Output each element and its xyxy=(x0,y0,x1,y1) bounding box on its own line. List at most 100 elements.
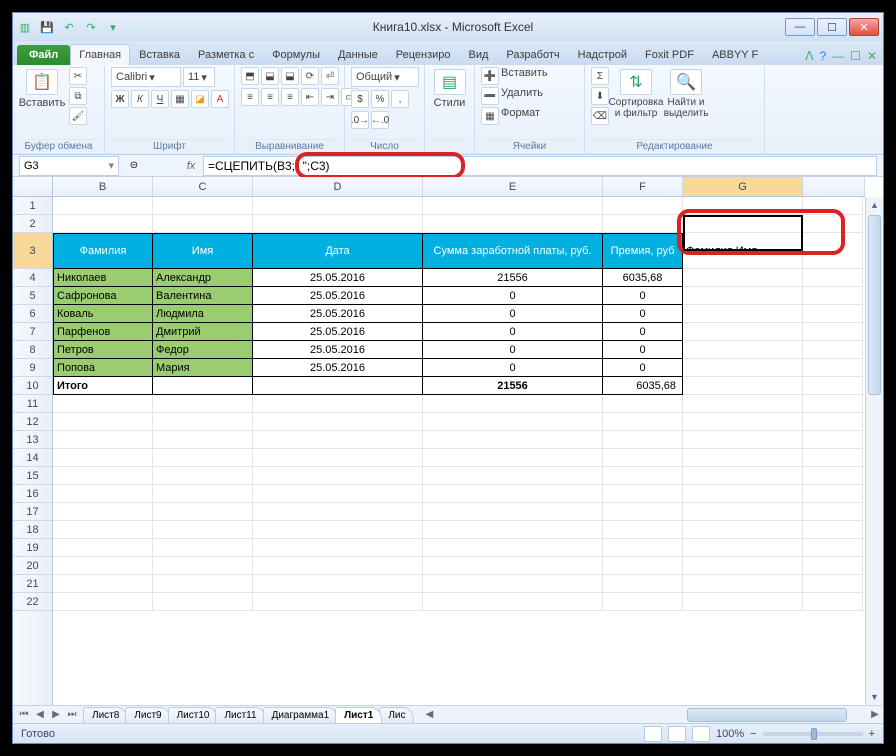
save-icon[interactable]: 💾 xyxy=(39,19,55,35)
cell[interactable]: 25.05.2016 xyxy=(253,305,423,323)
cell[interactable] xyxy=(603,593,683,611)
col-header-D[interactable]: D xyxy=(253,177,423,196)
cell[interactable] xyxy=(603,521,683,539)
tab-developer[interactable]: Разработч xyxy=(497,44,568,65)
cell[interactable]: 21556 xyxy=(423,377,603,395)
cell[interactable]: 0 xyxy=(603,287,683,305)
cell[interactable] xyxy=(803,485,863,503)
format-painter-icon[interactable]: 🖌 xyxy=(69,107,87,125)
comma-button[interactable]: , xyxy=(391,90,409,108)
tab-formulas[interactable]: Формулы xyxy=(263,44,329,65)
close-button[interactable]: ✕ xyxy=(849,18,879,36)
cell[interactable] xyxy=(153,503,253,521)
cell[interactable] xyxy=(603,575,683,593)
cell[interactable] xyxy=(683,539,803,557)
cell[interactable] xyxy=(683,323,803,341)
cell[interactable] xyxy=(803,269,863,287)
name-box[interactable]: G3 ▾ xyxy=(19,156,119,176)
cell[interactable] xyxy=(153,395,253,413)
view-layout-button[interactable] xyxy=(668,726,686,742)
cell[interactable] xyxy=(603,557,683,575)
cell[interactable] xyxy=(683,485,803,503)
zoom-in-button[interactable]: + xyxy=(869,728,875,740)
cell[interactable] xyxy=(153,431,253,449)
cell[interactable] xyxy=(603,395,683,413)
cell[interactable] xyxy=(53,449,153,467)
cell[interactable] xyxy=(683,341,803,359)
cell[interactable] xyxy=(803,431,863,449)
row-header[interactable]: 21 xyxy=(13,575,52,593)
cell[interactable]: Коваль xyxy=(53,305,153,323)
cell[interactable]: 25.05.2016 xyxy=(253,359,423,377)
cell[interactable]: 0 xyxy=(423,323,603,341)
cell[interactable] xyxy=(803,341,863,359)
cell[interactable] xyxy=(53,395,153,413)
cell[interactable]: 0 xyxy=(423,287,603,305)
cell[interactable] xyxy=(803,197,863,215)
cell[interactable]: 25.05.2016 xyxy=(253,287,423,305)
cell[interactable] xyxy=(603,485,683,503)
cell[interactable] xyxy=(53,557,153,575)
maximize-button[interactable]: ☐ xyxy=(817,18,847,36)
cell[interactable] xyxy=(683,503,803,521)
cell[interactable]: 25.05.2016 xyxy=(253,341,423,359)
cell[interactable]: Мария xyxy=(153,359,253,377)
clear-button[interactable]: ⌫ xyxy=(591,107,609,125)
cell[interactable] xyxy=(423,215,603,233)
workbook-min-icon[interactable]: — xyxy=(832,49,844,63)
row-header[interactable]: 1 xyxy=(13,197,52,215)
cell[interactable] xyxy=(683,557,803,575)
qat-dropdown-icon[interactable]: ▾ xyxy=(105,19,121,35)
cell[interactable] xyxy=(53,539,153,557)
cell[interactable] xyxy=(603,413,683,431)
cell[interactable] xyxy=(153,593,253,611)
cell[interactable] xyxy=(153,197,253,215)
cell[interactable]: 0 xyxy=(423,359,603,377)
row-header[interactable]: 5 xyxy=(13,287,52,305)
cell[interactable] xyxy=(253,215,423,233)
cell[interactable] xyxy=(253,449,423,467)
col-header-B[interactable]: B xyxy=(53,177,153,196)
function-wizard-icon[interactable]: ⊝ xyxy=(125,157,143,175)
cell[interactable]: 25.05.2016 xyxy=(253,269,423,287)
cell[interactable] xyxy=(53,521,153,539)
cell[interactable] xyxy=(683,377,803,395)
cut-icon[interactable]: ✂ xyxy=(69,67,87,85)
insert-cells-button[interactable]: ➕Вставить xyxy=(481,67,548,85)
cell[interactable]: 0 xyxy=(423,305,603,323)
vscroll-thumb[interactable] xyxy=(868,215,881,395)
dec-decimal-button[interactable]: ←.0 xyxy=(371,111,389,129)
cell[interactable]: Валентина xyxy=(153,287,253,305)
cell[interactable] xyxy=(683,215,803,233)
cell[interactable]: Александр xyxy=(153,269,253,287)
tab-home[interactable]: Главная xyxy=(70,44,130,65)
sheet-tab[interactable]: Диаграмма1 xyxy=(263,707,339,723)
cell[interactable] xyxy=(683,521,803,539)
underline-button[interactable]: Ч xyxy=(151,90,169,108)
cell[interactable] xyxy=(423,413,603,431)
cell[interactable] xyxy=(153,539,253,557)
cell[interactable] xyxy=(253,503,423,521)
cell[interactable] xyxy=(683,431,803,449)
cell[interactable] xyxy=(683,287,803,305)
cell[interactable]: Фамилия Имя xyxy=(683,233,803,269)
row-header[interactable]: 9 xyxy=(13,359,52,377)
zoom-out-button[interactable]: − xyxy=(750,728,756,740)
cell[interactable] xyxy=(803,557,863,575)
fill-color-button[interactable]: ◪ xyxy=(191,90,209,108)
cell[interactable] xyxy=(253,467,423,485)
scroll-up-icon[interactable]: ▲ xyxy=(866,197,883,213)
paste-button[interactable]: 📋 Вставить xyxy=(19,67,65,111)
cell[interactable] xyxy=(803,323,863,341)
row-header[interactable]: 20 xyxy=(13,557,52,575)
col-header-H[interactable] xyxy=(803,177,865,196)
cell[interactable] xyxy=(803,449,863,467)
cell[interactable] xyxy=(683,359,803,377)
tab-layout[interactable]: Разметка с xyxy=(189,44,263,65)
align-left-button[interactable]: ≡ xyxy=(241,88,259,106)
sheet-tab[interactable]: Лис xyxy=(379,707,414,723)
cell[interactable]: 0 xyxy=(603,305,683,323)
cell[interactable] xyxy=(683,305,803,323)
tab-file[interactable]: Файл xyxy=(17,45,70,65)
orientation-button[interactable]: ⟳ xyxy=(301,67,319,85)
